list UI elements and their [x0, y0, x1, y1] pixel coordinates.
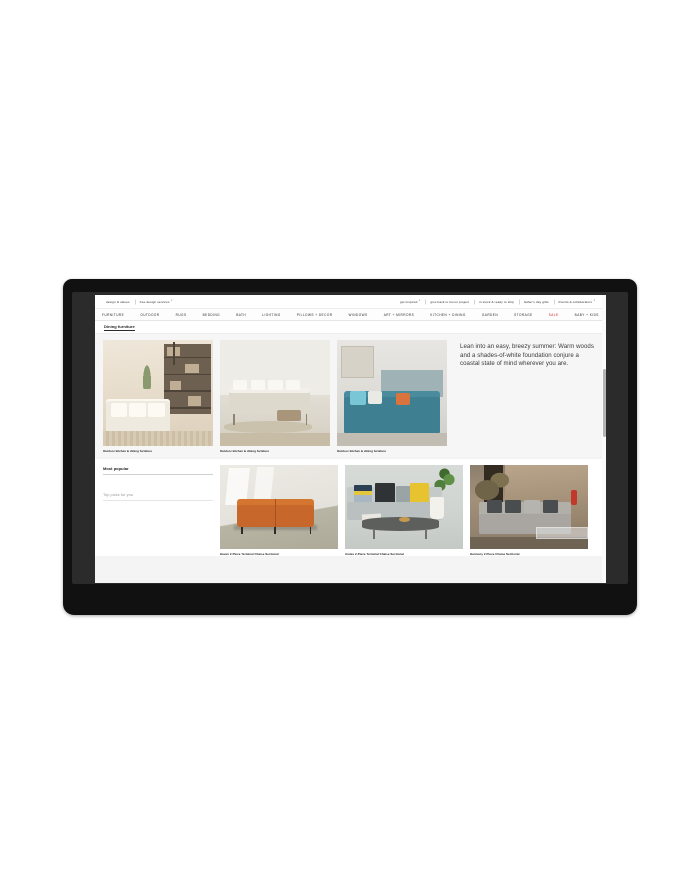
- hero-card[interactable]: Outdoor kitchen & dining furniture: [337, 340, 447, 453]
- product-name[interactable]: Haven 2-Piece Terminal Chaise Sectional: [220, 552, 338, 556]
- nav-item-garden[interactable]: GARDEN: [482, 313, 498, 317]
- utility-item-fathers-day-gifts[interactable]: father's day gifts: [519, 300, 554, 304]
- utility-item-label: in stock & ready to ship: [479, 299, 514, 304]
- nav-item-baby-kids[interactable]: BABY + KIDS: [575, 313, 599, 317]
- category-nav: FURNITURE OUTDOOR RUGS BEDDING BATH LIGH…: [95, 309, 606, 321]
- utility-item-label: get inspired: [400, 299, 418, 304]
- utility-item-friends-collaborators[interactable]: friends & collaborators ▾: [554, 300, 600, 304]
- display-monitor: design & values free design services ▾ g…: [63, 279, 637, 615]
- utility-item-in-stock[interactable]: in stock & ready to ship: [474, 300, 519, 304]
- utility-nav-right: get inspired ▾ give back to trevor proje…: [395, 300, 600, 304]
- hero-card[interactable]: Outdoor kitchen & dining furniture: [220, 340, 330, 453]
- utility-item-label: friends & collaborators: [558, 299, 593, 304]
- sidebar-heading-most-popular[interactable]: Most popular: [103, 466, 213, 471]
- chevron-down-icon: ▾: [593, 299, 595, 303]
- utility-item-get-inspired[interactable]: get inspired ▾: [395, 300, 425, 304]
- utility-item-label: father's day gifts: [523, 299, 549, 304]
- nav-item-sale[interactable]: SALE: [549, 313, 559, 317]
- utility-item-label: design & values: [106, 299, 130, 304]
- utility-nav-left: design & values free design services ▾: [101, 300, 178, 304]
- chevron-down-icon: ▾: [418, 299, 421, 303]
- nav-item-pillows-decor[interactable]: PILLOWS + DECOR: [297, 313, 333, 317]
- hero-image-dining-shelving[interactable]: [103, 340, 213, 446]
- product-name[interactable]: Harmony 2-Piece Chaise Sectional: [470, 552, 588, 556]
- product-card[interactable]: Harmony 2-Piece Chaise Sectional: [470, 465, 588, 556]
- utility-item-free-design-services[interactable]: free design services ▾: [135, 300, 178, 304]
- nav-item-windows[interactable]: WINDOWS: [349, 313, 368, 317]
- product-row: Most popular Top picks for you Haven 2-P…: [95, 459, 606, 556]
- product-image-andes-sectional[interactable]: [345, 465, 463, 549]
- utility-item-design-values[interactable]: design & values: [101, 300, 135, 304]
- nav-item-art-mirrors[interactable]: ART + MIRRORS: [384, 313, 414, 317]
- hero-editorial-text: Lean into an easy, breezy summer: Warm w…: [460, 343, 594, 368]
- product-card[interactable]: Andes 2-Piece Terminal Chaise Sectional: [345, 465, 463, 556]
- product-image-haven-sectional[interactable]: [220, 465, 338, 549]
- hero-caption[interactable]: Outdoor kitchen & dining furniture: [337, 449, 447, 453]
- breadcrumb[interactable]: Dining furniture: [104, 324, 135, 331]
- nav-item-rugs[interactable]: RUGS: [176, 313, 187, 317]
- product-name[interactable]: Andes 2-Piece Terminal Chaise Sectional: [345, 552, 463, 556]
- hero-caption[interactable]: Outdoor kitchen & dining furniture: [220, 449, 330, 453]
- nav-item-storage[interactable]: STORAGE: [514, 313, 532, 317]
- hero-row: Outdoor kitchen & dining furniture Outdo…: [95, 334, 606, 457]
- utility-nav: design & values free design services ▾ g…: [95, 295, 606, 309]
- hero-card[interactable]: Outdoor kitchen & dining furniture: [103, 340, 213, 453]
- sidebar-divider: [103, 499, 213, 501]
- nav-item-outdoor[interactable]: OUTDOOR: [140, 313, 159, 317]
- sidebar-heading-top-picks[interactable]: Top picks for you: [103, 492, 213, 497]
- hero-caption[interactable]: Outdoor kitchen & dining furniture: [103, 449, 213, 453]
- sidebar-divider: [103, 474, 213, 475]
- product-filter-sidebar: Most popular Top picks for you: [103, 465, 213, 556]
- screen-viewport: design & values free design services ▾ g…: [95, 295, 606, 583]
- hero-image-teal-sectional[interactable]: [337, 340, 447, 446]
- page-scrollbar-thumb[interactable]: [602, 369, 606, 437]
- hero-image-daybed-room[interactable]: [220, 340, 330, 446]
- nav-item-furniture[interactable]: FURNITURE: [102, 313, 124, 317]
- product-image-harmony-sectional[interactable]: [470, 465, 588, 549]
- nav-item-lighting[interactable]: LIGHTING: [262, 313, 280, 317]
- nav-item-kitchen-dining[interactable]: KITCHEN + DINING: [430, 313, 466, 317]
- utility-item-label: give back to trevor project: [430, 299, 470, 304]
- chevron-down-icon: ▾: [171, 299, 173, 303]
- nav-item-bedding[interactable]: BEDDING: [203, 313, 220, 317]
- nav-item-bath[interactable]: BATH: [236, 313, 246, 317]
- page-scrollbar-track[interactable]: [602, 295, 606, 583]
- breadcrumb-bar: Dining furniture: [95, 321, 606, 334]
- product-card[interactable]: Haven 2-Piece Terminal Chaise Sectional: [220, 465, 338, 556]
- utility-item-label: free design services: [139, 299, 170, 304]
- utility-item-trevor-project[interactable]: give back to trevor project: [425, 300, 474, 304]
